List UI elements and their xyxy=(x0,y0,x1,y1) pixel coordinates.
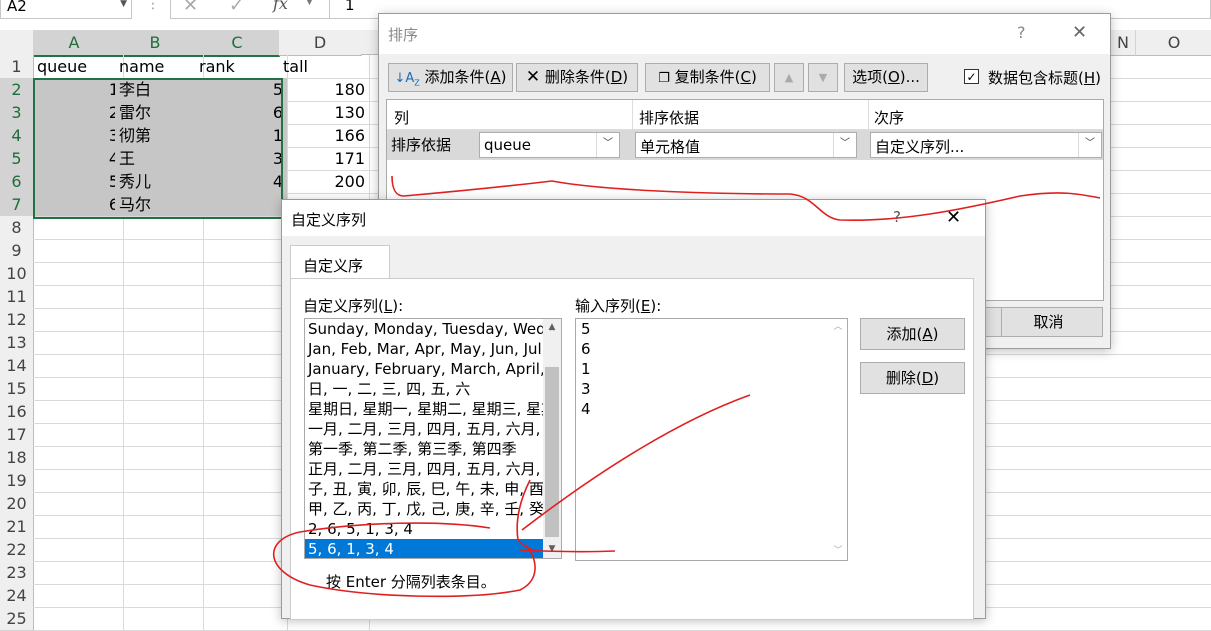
annotation-stroke-top xyxy=(391,175,1101,222)
annotation-arrow-diagonal xyxy=(521,394,751,531)
annotation-ellipse xyxy=(272,522,536,598)
annotation-hook xyxy=(516,479,541,552)
annotation-overlay xyxy=(272,175,1101,598)
